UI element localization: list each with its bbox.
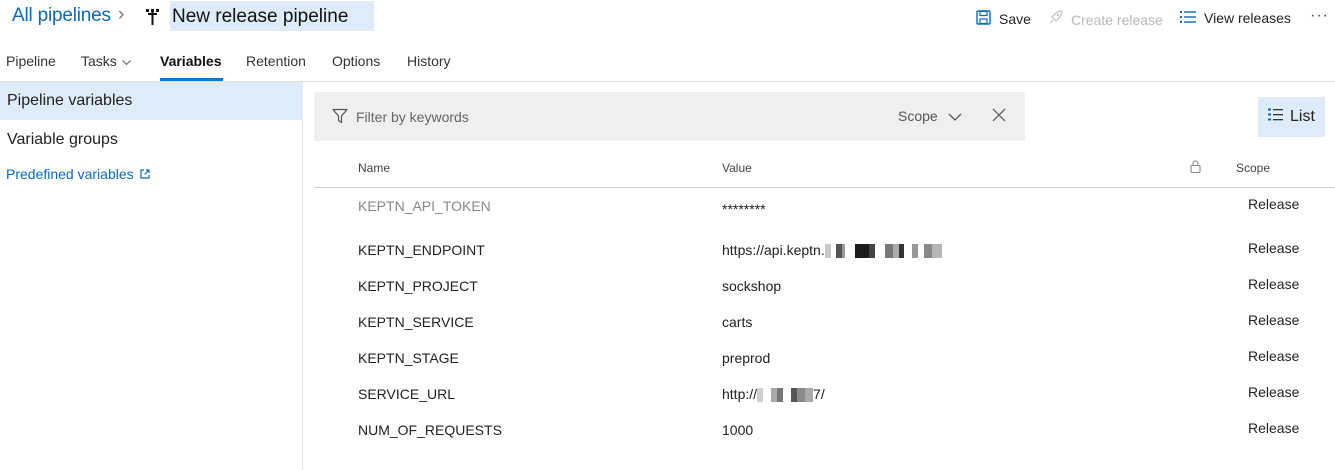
variable-scope: Release xyxy=(1248,312,1300,328)
create-release-button[interactable]: Create release xyxy=(1047,10,1163,29)
chevron-down-icon xyxy=(121,57,131,69)
list-icon xyxy=(1180,10,1196,26)
filter-keywords-input[interactable] xyxy=(356,109,856,125)
tab-options[interactable]: Options xyxy=(332,52,380,82)
chevron-down-icon xyxy=(948,108,962,124)
variable-name[interactable]: KEPTN_API_TOKEN xyxy=(358,198,491,214)
variable-value[interactable]: carts xyxy=(722,314,752,330)
variable-scope: Release xyxy=(1248,420,1300,436)
pipeline-icon xyxy=(145,8,161,26)
variable-scope: Release xyxy=(1248,196,1300,212)
variable-value[interactable]: 1000 xyxy=(722,422,753,438)
table-row[interactable]: NUM_OF_REQUESTS 1000 Release xyxy=(314,420,1335,456)
tab-pipeline[interactable]: Pipeline xyxy=(6,52,56,82)
breadcrumb-all-pipelines[interactable]: All pipelines xyxy=(12,5,111,27)
variable-scope: Release xyxy=(1248,384,1300,400)
sidebar-item-pipeline-variables[interactable]: Pipeline variables xyxy=(0,82,303,120)
variable-name[interactable]: KEPTN_SERVICE xyxy=(358,314,474,330)
column-header-name: Name xyxy=(358,161,391,175)
view-releases-button[interactable]: View releases xyxy=(1180,10,1291,26)
variable-scope: Release xyxy=(1248,240,1300,256)
filter-bar: Scope xyxy=(314,92,1025,141)
save-label: Save xyxy=(999,11,1031,27)
tab-bar: Pipeline Tasks Variables Retention Optio… xyxy=(0,52,1335,82)
table-row[interactable]: KEPTN_SERVICE carts Release xyxy=(314,312,1335,348)
tab-retention[interactable]: Retention xyxy=(246,52,306,82)
lock-icon xyxy=(1190,160,1201,176)
list-view-label: List xyxy=(1290,108,1315,125)
scope-dropdown[interactable]: Scope xyxy=(898,108,962,124)
redacted-value xyxy=(757,388,814,403)
predefined-variables-label: Predefined variables xyxy=(6,166,134,182)
table-row[interactable]: KEPTN_PROJECT sockshop Release xyxy=(314,276,1335,312)
variable-name[interactable]: KEPTN_PROJECT xyxy=(358,278,478,294)
variables-sidebar: Pipeline variables Variable groups Prede… xyxy=(0,82,303,470)
column-header-value: Value xyxy=(722,161,752,175)
view-releases-label: View releases xyxy=(1204,10,1291,26)
more-actions-icon[interactable]: ··· xyxy=(1310,7,1329,25)
scope-dropdown-label: Scope xyxy=(898,108,938,124)
sidebar-item-variable-groups[interactable]: Variable groups xyxy=(0,121,303,159)
table-row[interactable]: KEPTN_STAGE preprod Release xyxy=(314,348,1335,384)
variable-scope: Release xyxy=(1248,276,1300,292)
variable-value-text: http:// xyxy=(722,386,758,402)
list-view-toggle[interactable]: List xyxy=(1258,97,1325,137)
filter-icon xyxy=(332,108,348,127)
list-icon xyxy=(1268,108,1283,126)
redacted-value xyxy=(824,244,942,259)
variable-name[interactable]: SERVICE_URL xyxy=(358,386,455,402)
save-button[interactable]: Save xyxy=(976,10,1031,28)
column-header-scope: Scope xyxy=(1236,161,1271,175)
external-link-icon xyxy=(140,166,150,182)
variable-name[interactable]: NUM_OF_REQUESTS xyxy=(358,422,502,438)
variable-value[interactable]: preprod xyxy=(722,350,770,366)
variable-value[interactable]: https://api.keptn. xyxy=(722,242,942,259)
tab-tasks-label: Tasks xyxy=(81,53,117,69)
tab-tasks[interactable]: Tasks xyxy=(81,52,131,82)
predefined-variables-link[interactable]: Predefined variables xyxy=(6,166,150,182)
variable-value[interactable]: sockshop xyxy=(722,278,781,294)
variable-value-text: https://api.keptn. xyxy=(722,242,825,258)
table-row[interactable]: KEPTN_ENDPOINT https://api.keptn. Releas… xyxy=(314,240,1335,276)
variable-value[interactable]: http:// 7/ xyxy=(722,386,825,403)
variables-table-header: Name Value Scope xyxy=(314,154,1335,188)
variable-name[interactable]: KEPTN_ENDPOINT xyxy=(358,242,485,258)
rocket-icon xyxy=(1047,10,1063,29)
create-release-label: Create release xyxy=(1071,11,1163,28)
top-bar: All pipelines › New release pipeline Sav… xyxy=(0,0,1335,40)
variable-name[interactable]: KEPTN_STAGE xyxy=(358,350,459,366)
table-row[interactable]: SERVICE_URL http:// 7/ Release xyxy=(314,384,1335,420)
breadcrumb-chevron-icon: › xyxy=(118,4,125,25)
tab-history[interactable]: History xyxy=(407,52,451,82)
variable-value[interactable]: ******** xyxy=(722,201,766,217)
pipeline-title-input[interactable]: New release pipeline xyxy=(170,1,374,31)
table-row[interactable]: KEPTN_API_TOKEN ******** Release xyxy=(314,196,1335,232)
variable-value-suffix: 7/ xyxy=(813,386,825,402)
clear-filter-close-icon[interactable] xyxy=(992,108,1006,125)
variable-scope: Release xyxy=(1248,348,1300,364)
save-icon xyxy=(976,10,991,28)
